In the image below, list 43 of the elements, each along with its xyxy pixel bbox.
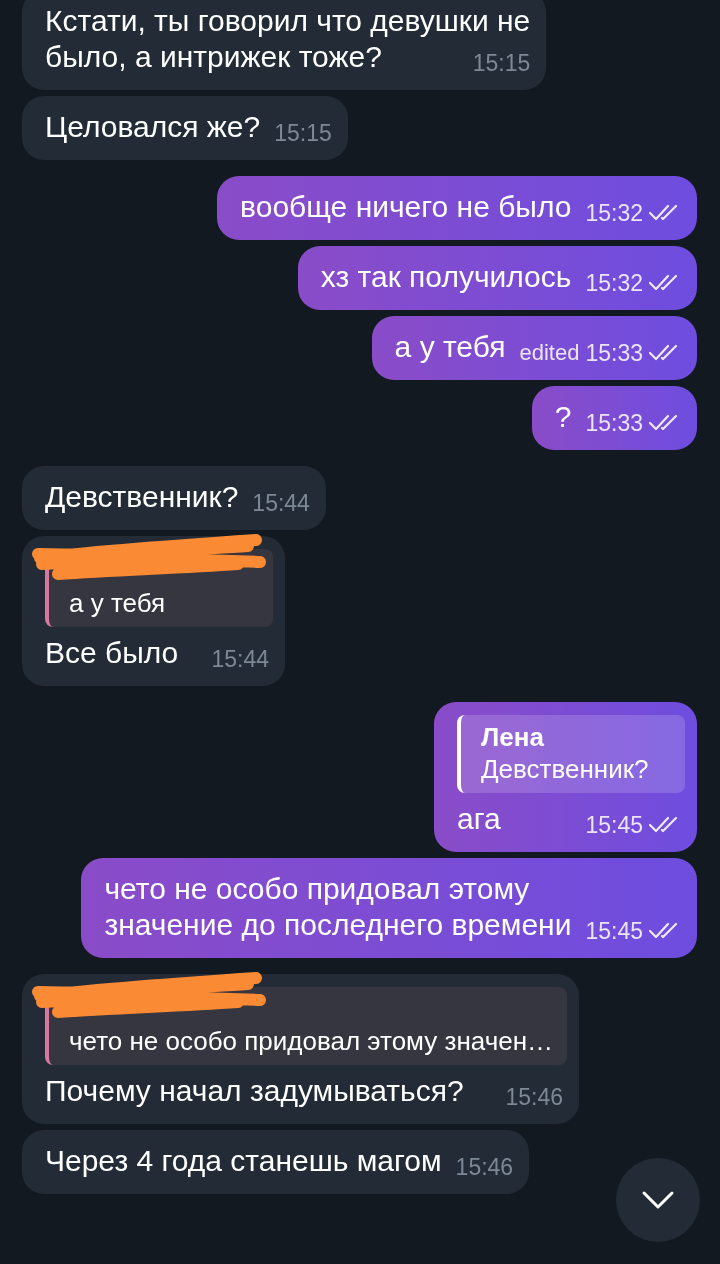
outgoing-message-bubble[interactable]: хз так получилось 15:32 (297, 246, 697, 310)
incoming-message-bubble[interactable]: Целовался же? 15:15 (22, 96, 348, 160)
outgoing-message-bubble[interactable]: а у тебя edited 15:33 (371, 316, 697, 380)
message-text: Кстати, ты говорил что девушки не было, а интрижек тоже? 15:15 (45, 3, 531, 75)
message-text: чето не особо придовал этому значение до последнего времени 15:45 (104, 871, 681, 943)
message-text: а у тебя edited 15:33 (394, 329, 681, 365)
message-time: 15:32 (585, 201, 643, 225)
message-time: 15:32 (585, 271, 643, 295)
message-text: Все было 15:44 (45, 635, 269, 671)
reply-author: Лена (481, 721, 545, 753)
reply-text: а у тебя (69, 587, 167, 619)
outgoing-message-bubble[interactable]: Лена Девственник? ага 15:45 (434, 702, 697, 852)
message-text: Почему начал задумываться? 15:46 (45, 1073, 564, 1109)
message-time: 15:33 (585, 411, 643, 435)
message-time: 15:15 (472, 51, 531, 75)
outgoing-message-bubble[interactable]: вообще ничего не было 15:32 (217, 176, 697, 240)
message-text: Девственник? 15:44 (45, 479, 310, 515)
message-text: Целовался же? 15:15 (45, 109, 332, 145)
message-text: Через 4 года станешь магом 15:46 (45, 1143, 514, 1179)
edited-label: edited (519, 341, 580, 365)
outgoing-message-bubble[interactable]: ? 15:33 (531, 386, 697, 450)
message-time: 15:15 (274, 121, 332, 145)
reply-text: Девственник? (481, 753, 650, 785)
outgoing-message-bubble[interactable]: чето не особо придовал этому значение до последнего времени 15:45 (81, 858, 697, 958)
message-time: 15:44 (252, 491, 310, 515)
message-time: 15:44 (211, 647, 269, 671)
message-time: 15:46 (505, 1085, 564, 1109)
message-time: 15:46 (455, 1155, 514, 1179)
incoming-message-bubble[interactable]: Девственник? 15:44 (22, 466, 326, 530)
incoming-message-bubble[interactable]: Через 4 года станешь магом 15:46 (22, 1130, 530, 1194)
reply-quote[interactable]: Лена Девственник? (457, 715, 685, 793)
message-text: вообще ничего не было 15:32 (240, 189, 681, 225)
chevron-down-icon (641, 1190, 675, 1210)
message-time: 15:45 (585, 919, 643, 943)
incoming-message-bubble[interactable]: чето не особо придовал этому значен… Почему начал задумываться? 15:46 (22, 974, 580, 1124)
message-time: 15:33 (585, 341, 643, 365)
message-text: хз так получилось 15:32 (320, 259, 681, 295)
message-text: ага 15:45 (457, 801, 681, 837)
incoming-message-bubble[interactable]: а у тебя Все было 15:44 (22, 536, 285, 686)
incoming-message-bubble[interactable]: Кстати, ты говорил что девушки не было, а интрижек тоже? 15:15 (22, 0, 547, 90)
message-time: 15:45 (585, 813, 643, 837)
reply-text: чето не особо придовал этому значен… (69, 1025, 554, 1057)
message-text: ? 15:33 (554, 399, 681, 435)
